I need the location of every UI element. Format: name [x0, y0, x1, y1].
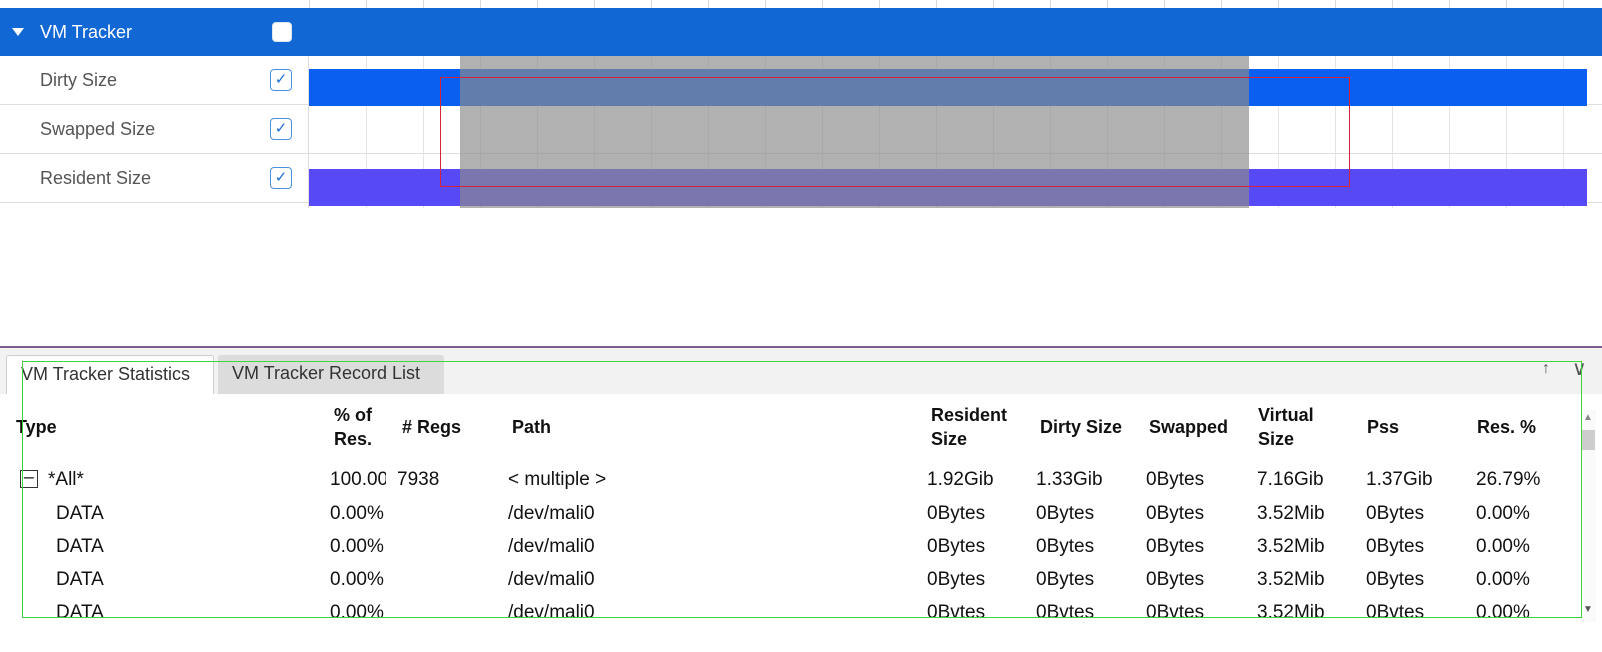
- ruler-tick: [1335, 0, 1336, 8]
- ruler-tick: [936, 0, 937, 8]
- ruler-tick: [651, 0, 652, 8]
- row-checkbox[interactable]: ✓: [270, 118, 292, 140]
- row-checkbox[interactable]: ✓: [270, 69, 292, 91]
- scroll-up-icon[interactable]: ▲: [1583, 412, 1593, 423]
- ruler-tick: [1563, 0, 1564, 8]
- collapse-triangle-icon[interactable]: [12, 28, 24, 36]
- ruler-tick: [1107, 0, 1108, 8]
- ruler-tick: [765, 0, 766, 8]
- ruler-tick: [1050, 0, 1051, 8]
- time-ruler[interactable]: [0, 0, 1602, 8]
- track-group-title: VM Tracker: [40, 22, 133, 42]
- focus-highlight-box: [22, 361, 1582, 618]
- ruler-tick: [423, 0, 424, 8]
- row-label: Dirty Size: [40, 70, 118, 90]
- ruler-tick: [1164, 0, 1165, 8]
- row-label: Resident Size: [40, 168, 152, 188]
- ruler-tick: [480, 0, 481, 8]
- row-checkbox[interactable]: ✓: [270, 167, 292, 189]
- ruler-tick: [1392, 0, 1393, 8]
- track-group-checkbox[interactable]: [272, 22, 292, 42]
- ruler-tick: [1449, 0, 1450, 8]
- track-group-header[interactable]: VM Tracker: [0, 8, 1602, 56]
- scroll-down-icon[interactable]: ▼: [1583, 604, 1593, 615]
- selection-highlight-box: [440, 77, 1350, 187]
- scroll-thumb[interactable]: [1582, 430, 1595, 450]
- ruler-tick: [879, 0, 880, 8]
- ruler-tick: [309, 0, 310, 8]
- ruler-tick: [1278, 0, 1279, 8]
- row-label: Swapped Size: [40, 119, 156, 139]
- ruler-tick: [1221, 0, 1222, 8]
- ruler-tick: [366, 0, 367, 8]
- ruler-tick: [822, 0, 823, 8]
- ruler-tick: [594, 0, 595, 8]
- ruler-tick: [708, 0, 709, 8]
- ruler-tick: [1506, 0, 1507, 8]
- ruler-tick: [537, 0, 538, 8]
- ruler-tick: [993, 0, 994, 8]
